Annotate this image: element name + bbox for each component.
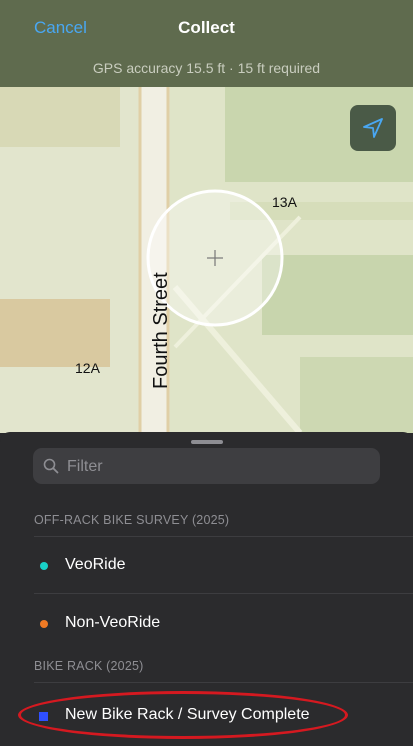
navigation-header: Cancel Collect GPS accuracy 15.5 ft · 15…: [0, 0, 413, 87]
template-item-label: New Bike Rack / Survey Complete: [65, 706, 310, 723]
bike-rack-symbol-icon: [39, 712, 48, 721]
sheet-grabber[interactable]: [191, 440, 223, 444]
building-12a: [0, 299, 110, 367]
map-label-13a: 13A: [272, 194, 297, 210]
search-icon: [43, 458, 59, 474]
gps-accuracy-status: GPS accuracy 15.5 ft · 15 ft required: [92, 60, 321, 76]
filter-search-field[interactable]: [33, 448, 380, 484]
section-header-off-rack: OFF-RACK BIKE SURVEY (2025): [34, 513, 230, 527]
map-label-12a: 12A: [75, 360, 100, 376]
template-item-label: VeoRide: [65, 556, 126, 573]
non-veoride-symbol-icon: [40, 620, 48, 628]
divider: [34, 682, 413, 683]
page-title: Collect: [178, 18, 235, 37]
feature-template-sheet: OFF-RACK BIKE SURVEY (2025) VeoRide Non-…: [0, 432, 413, 746]
veoride-symbol-icon: [40, 562, 48, 570]
building-left-top: [0, 87, 120, 147]
map-label-street: Fourth Street: [150, 272, 172, 389]
template-item-label: Non-VeoRide: [65, 614, 161, 631]
section-header-bike-rack: BIKE RACK (2025): [34, 659, 144, 673]
building-right-bottom: [300, 357, 413, 433]
location-arrow-icon: [363, 118, 383, 138]
template-item-new-bike-rack[interactable]: New Bike Rack / Survey Complete: [34, 686, 413, 742]
locate-me-button[interactable]: [350, 105, 396, 151]
building-right-mid: [262, 255, 413, 335]
map-view[interactable]: 13A 12A Fourth Street: [0, 87, 413, 433]
template-item-non-veoride[interactable]: Non-VeoRide: [34, 594, 413, 650]
filter-input[interactable]: [65, 456, 369, 478]
template-item-veoride[interactable]: VeoRide: [34, 536, 413, 592]
